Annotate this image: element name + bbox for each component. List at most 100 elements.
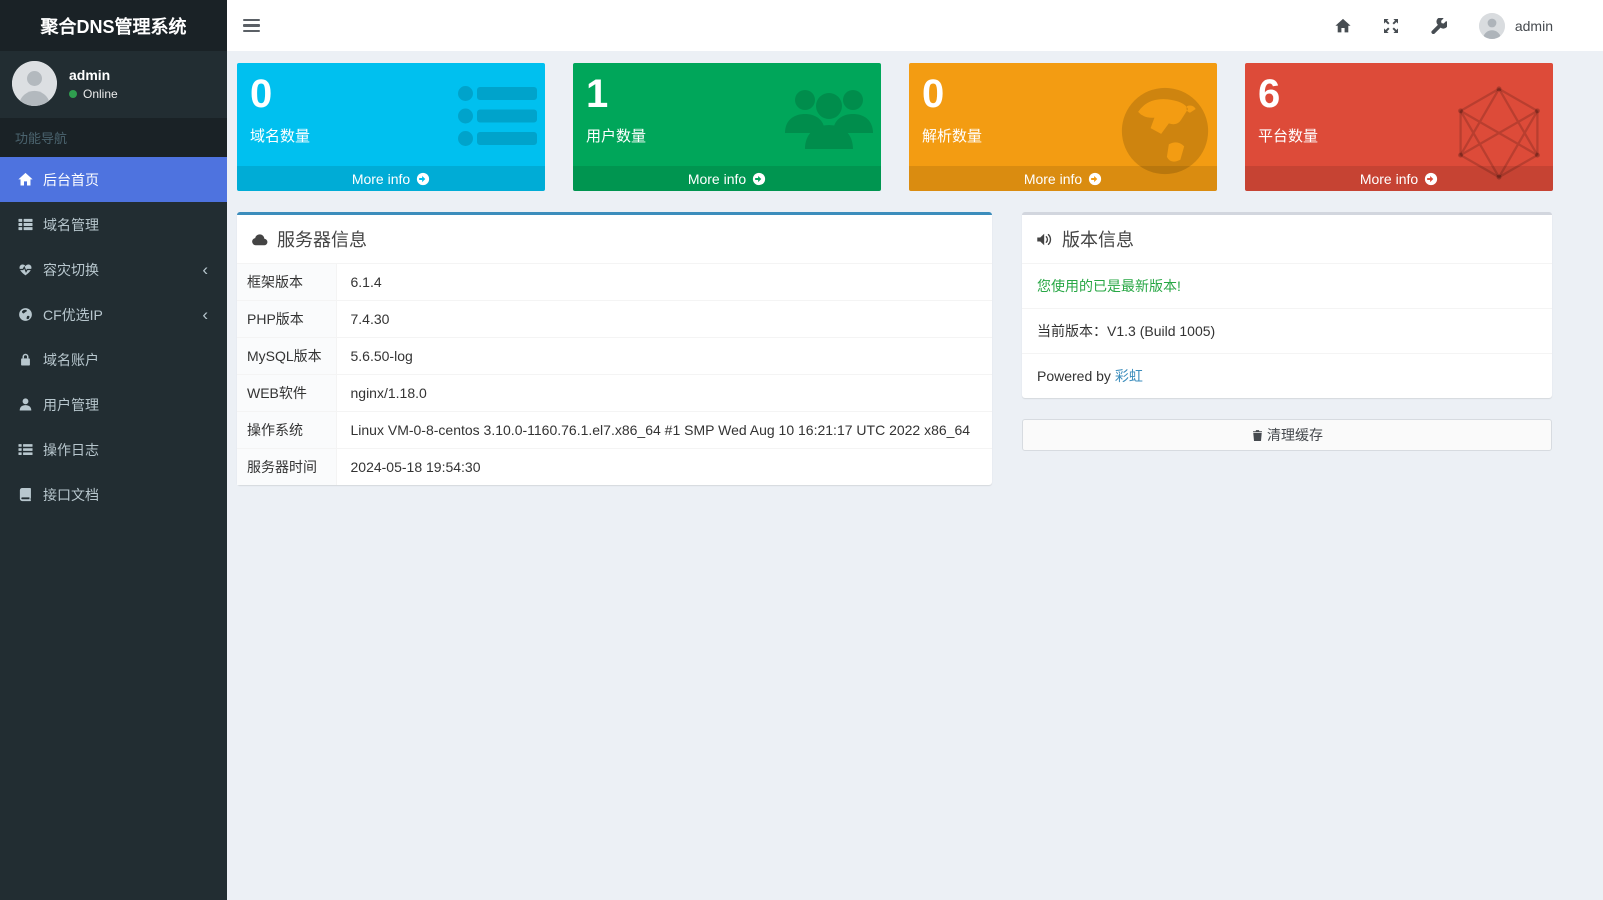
more-info-link[interactable]: More info xyxy=(573,166,881,191)
latest-version-text: 您使用的已是最新版本! xyxy=(1022,263,1552,308)
sidebar-item-label: 用户管理 xyxy=(43,395,99,415)
fullscreen-button[interactable] xyxy=(1383,17,1400,34)
menu-toggle-button[interactable] xyxy=(227,0,275,51)
table-row: WEB软件 nginx/1.18.0 xyxy=(237,375,992,412)
sidebar-item-domain-accounts[interactable]: 域名账户 xyxy=(0,337,227,382)
th-list-icon xyxy=(17,216,34,233)
more-info-link[interactable]: More info xyxy=(237,166,545,191)
settings-button[interactable] xyxy=(1431,17,1448,34)
stat-value: 0 xyxy=(922,71,1207,117)
volume-icon xyxy=(1036,231,1053,248)
stat-label: 域名数量 xyxy=(250,125,535,146)
app-title: 聚合DNS管理系统 xyxy=(40,13,186,39)
table-row: PHP版本 7.4.30 xyxy=(237,301,992,338)
sidebar-item-api-docs[interactable]: 接口文档 xyxy=(0,472,227,517)
sidebar-item-user-manage[interactable]: 用户管理 xyxy=(0,382,227,427)
server-info-panel: 服务器信息 框架版本 6.1.4 PHP版本 7.4.30 MySQL版本 5.… xyxy=(237,212,992,485)
clear-cache-button[interactable]: 清理缓存 xyxy=(1022,419,1552,451)
sidebar-item-operation-log[interactable]: 操作日志 xyxy=(0,427,227,472)
server-info-table: 框架版本 6.1.4 PHP版本 7.4.30 MySQL版本 5.6.50-l… xyxy=(237,263,992,485)
version-info-panel: 版本信息 您使用的已是最新版本! 当前版本：V1.3 (Build 1005) … xyxy=(1022,212,1552,398)
row-label: PHP版本 xyxy=(237,301,336,338)
home-icon xyxy=(1335,18,1351,34)
row-label: MySQL版本 xyxy=(237,338,336,375)
arrow-circle-right-icon xyxy=(752,172,766,186)
stat-box-domains: 0 域名数量 More info xyxy=(237,63,545,191)
stat-value: 1 xyxy=(586,71,871,117)
user-name: admin xyxy=(69,67,118,83)
stat-box-platforms: 6 平台数量 More info xyxy=(1245,63,1553,191)
stat-label: 平台数量 xyxy=(1258,125,1543,146)
row-label: WEB软件 xyxy=(237,375,336,412)
powered-by-row: Powered by 彩虹 xyxy=(1022,353,1552,398)
lock-icon xyxy=(17,351,34,368)
sidebar-item-dashboard[interactable]: 后台首页 xyxy=(0,157,227,202)
user-status[interactable]: Online xyxy=(69,87,118,101)
powered-by-text: Powered by xyxy=(1037,368,1111,384)
row-value: Linux VM-0-8-centos 3.10.0-1160.76.1.el7… xyxy=(336,412,992,449)
powered-by-link[interactable]: 彩虹 xyxy=(1115,368,1143,384)
home-icon xyxy=(17,171,34,188)
table-row: 服务器时间 2024-05-18 19:54:30 xyxy=(237,449,992,486)
book-icon xyxy=(17,486,34,503)
sidebar-item-label: 接口文档 xyxy=(43,485,99,505)
wrench-icon xyxy=(1431,18,1447,34)
list-icon xyxy=(17,441,34,458)
home-button[interactable] xyxy=(1335,17,1352,34)
user-avatar xyxy=(12,61,57,106)
row-value: nginx/1.18.0 xyxy=(336,375,992,412)
sidebar-section-label: 功能导航 xyxy=(0,118,227,157)
online-status-icon xyxy=(69,90,77,98)
stat-label: 解析数量 xyxy=(922,125,1207,146)
main-content: 0 域名数量 More info 1 用户数量 More info xyxy=(227,51,1603,900)
sidebar-item-label: 后台首页 xyxy=(43,170,99,190)
stat-label: 用户数量 xyxy=(586,125,871,146)
trash-icon xyxy=(1251,429,1264,442)
chevron-left-icon: ‹ xyxy=(202,306,212,323)
arrow-circle-right-icon xyxy=(1088,172,1102,186)
stat-value: 6 xyxy=(1258,71,1543,117)
cloud-icon xyxy=(251,231,268,248)
sidebar-item-label: 操作日志 xyxy=(43,440,99,460)
row-value: 7.4.30 xyxy=(336,301,992,338)
stat-box-records: 0 解析数量 More info xyxy=(909,63,1217,191)
row-value: 2024-05-18 19:54:30 xyxy=(336,449,992,486)
navbar-username: admin xyxy=(1515,18,1553,34)
top-navbar: admin xyxy=(227,0,1603,51)
navbar-avatar xyxy=(1479,13,1505,39)
row-label: 操作系统 xyxy=(237,412,336,449)
chevron-left-icon: ‹ xyxy=(202,261,212,278)
row-value: 6.1.4 xyxy=(336,264,992,301)
row-label: 框架版本 xyxy=(237,264,336,301)
stat-box-users: 1 用户数量 More info xyxy=(573,63,881,191)
sidebar-item-domain-manage[interactable]: 域名管理 xyxy=(0,202,227,247)
app-logo[interactable]: 聚合DNS管理系统 xyxy=(0,0,227,51)
user-menu[interactable]: admin xyxy=(1479,13,1553,39)
arrow-circle-right-icon xyxy=(416,172,430,186)
stat-value: 0 xyxy=(250,71,535,117)
globe-icon xyxy=(17,306,34,323)
user-status-label: Online xyxy=(83,87,118,101)
hamburger-icon xyxy=(243,19,260,22)
row-value: 5.6.50-log xyxy=(336,338,992,375)
expand-arrows-icon xyxy=(1383,18,1399,34)
heartbeat-icon xyxy=(17,261,34,278)
panel-title: 服务器信息 xyxy=(277,226,367,252)
row-label: 服务器时间 xyxy=(237,449,336,486)
arrow-circle-right-icon xyxy=(1424,172,1438,186)
sidebar-item-cf-ip[interactable]: CF优选IP ‹ xyxy=(0,292,227,337)
table-row: 框架版本 6.1.4 xyxy=(237,264,992,301)
sidebar: 聚合DNS管理系统 admin Online 功能导航 后台首页 域名管理 容灾… xyxy=(0,0,227,900)
sidebar-item-label: 容灾切换 xyxy=(43,260,99,280)
sidebar-item-label: 域名账户 xyxy=(43,350,99,370)
sidebar-item-label: CF优选IP xyxy=(43,305,103,325)
current-version-text: 当前版本：V1.3 (Build 1005) xyxy=(1022,308,1552,353)
panel-title: 版本信息 xyxy=(1062,226,1134,252)
sidebar-item-failover[interactable]: 容灾切换 ‹ xyxy=(0,247,227,292)
stats-row: 0 域名数量 More info 1 用户数量 More info xyxy=(237,63,1603,191)
user-icon xyxy=(17,396,34,413)
sidebar-user-panel: admin Online xyxy=(0,51,227,118)
table-row: MySQL版本 5.6.50-log xyxy=(237,338,992,375)
table-row: 操作系统 Linux VM-0-8-centos 3.10.0-1160.76.… xyxy=(237,412,992,449)
sidebar-item-label: 域名管理 xyxy=(43,215,99,235)
